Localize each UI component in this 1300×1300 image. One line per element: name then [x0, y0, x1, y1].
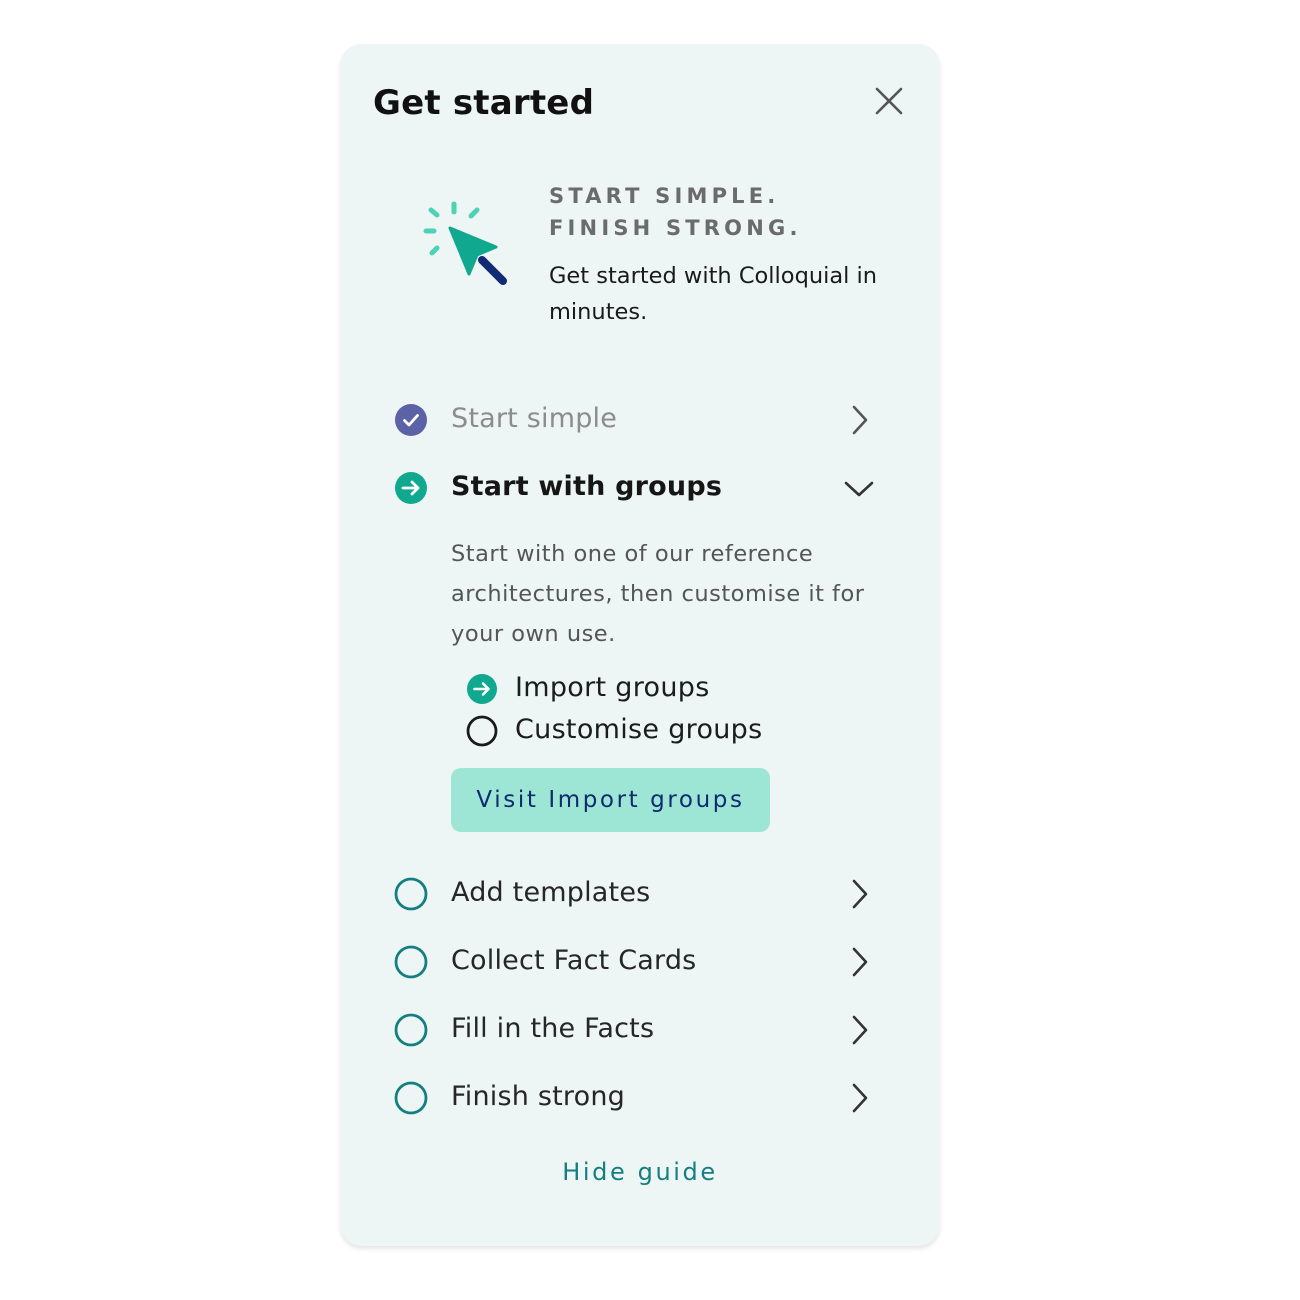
step-label: Finish strong: [451, 1081, 625, 1112]
chevron-right-icon[interactable]: [845, 945, 875, 979]
substep-customise-groups[interactable]: Customise groups: [515, 710, 762, 750]
close-icon[interactable]: [872, 84, 906, 118]
step-label: Add templates: [451, 877, 651, 908]
chevron-down-icon[interactable]: [842, 474, 876, 504]
step-label: Fill in the Facts: [451, 1013, 655, 1044]
panel-title: Get started: [373, 83, 595, 123]
substep-import-groups[interactable]: Import groups: [515, 668, 710, 708]
chevron-right-icon[interactable]: [845, 403, 875, 437]
empty-circle-icon: [394, 1081, 428, 1115]
step-label: Start simple: [451, 403, 618, 434]
step-label: Collect Fact Cards: [451, 945, 697, 976]
chevron-right-icon[interactable]: [845, 1013, 875, 1047]
chevron-right-icon[interactable]: [845, 877, 875, 911]
empty-circle-icon: [394, 877, 428, 911]
empty-circle-icon: [466, 715, 498, 747]
chevron-right-icon[interactable]: [845, 1081, 875, 1115]
hero-tagline-line1: START SIMPLE.: [549, 184, 780, 208]
empty-circle-icon: [394, 945, 428, 979]
hero-subtitle: Get started with Colloquial in minutes.: [549, 263, 878, 325]
check-circle-icon: [394, 403, 428, 437]
arrow-circle-icon: [466, 673, 498, 705]
empty-circle-icon: [394, 1013, 428, 1047]
visit-import-groups-button[interactable]: Visit Import groups: [451, 768, 770, 832]
step-label: Start with groups: [451, 471, 723, 502]
arrow-circle-icon: [394, 471, 428, 505]
hide-guide-link[interactable]: Hide guide: [340, 1154, 940, 1190]
hero-tagline-line2: FINISH STRONG.: [549, 216, 802, 240]
get-started-panel: Get started START SIMPLE. FINISH STRONG.…: [340, 44, 940, 1246]
cursor-click-icon: [422, 200, 512, 290]
step-description: Start with one of our reference architec…: [451, 541, 865, 647]
